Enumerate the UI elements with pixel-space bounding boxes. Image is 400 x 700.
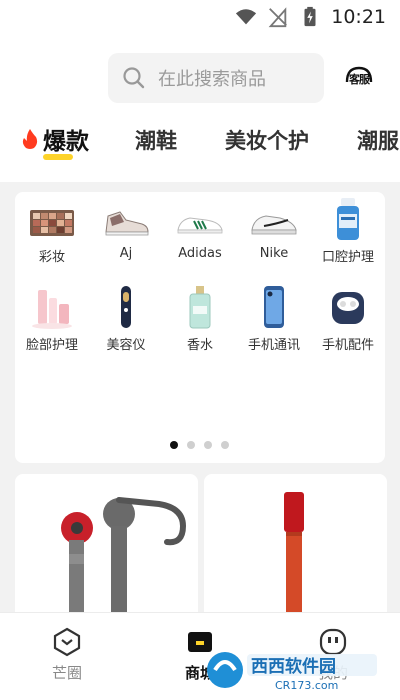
clock-time: 10:21 [331, 6, 386, 28]
tab-fashion[interactable]: 潮服 [357, 125, 399, 155]
category-face-care[interactable]: 脸部护理 [15, 284, 89, 353]
category-label: 美容仪 [106, 338, 146, 353]
status-bar: 10:21 [0, 0, 400, 36]
category-label: 手机通讯 [247, 338, 300, 353]
nav-label: 芒圈 [51, 664, 82, 682]
category-grid-card: 彩妆 Aj Adidas Nike 口腔护理 脸部护理 美容仪 香水 手机通讯 … [15, 192, 385, 463]
tab-label: 爆款 [43, 129, 89, 155]
fire-icon [22, 129, 38, 149]
battery-charging-icon [304, 6, 316, 27]
skincare-set-icon [32, 290, 72, 329]
category-label: 彩妆 [38, 250, 65, 265]
category-perfume[interactable]: 香水 [163, 284, 237, 353]
hair-dryer-image [61, 497, 187, 624]
content-area: 彩妆 Aj Adidas Nike 口腔护理 脸部护理 美容仪 香水 手机通讯 … [0, 182, 400, 624]
smartphone-icon [264, 286, 284, 328]
pager-dot-active[interactable] [170, 441, 178, 449]
tab-beauty[interactable]: 美妆个护 [225, 125, 309, 155]
watermark-brand: 西西软件园 [251, 656, 336, 677]
category-label: 手机配件 [321, 338, 374, 353]
category-adidas[interactable]: Adidas [163, 202, 237, 261]
customer-service-button[interactable]: 客服 [344, 66, 374, 92]
sneaker-nike-icon [251, 215, 297, 235]
perfume-icon [189, 286, 211, 329]
pager-dot[interactable] [187, 441, 195, 449]
community-icon [53, 627, 81, 657]
product-card-hair-dryer[interactable] [15, 474, 198, 624]
category-label: Adidas [178, 246, 222, 261]
category-oral-care[interactable]: 口腔护理 [311, 196, 385, 265]
category-tabs: 爆款 潮鞋 美妆个护 潮服 [0, 118, 400, 168]
no-signal-icon [268, 7, 288, 28]
category-phone-accessories[interactable]: 手机配件 [311, 284, 385, 353]
watermark-url: CR173.com [275, 679, 338, 692]
earbuds-case-icon [332, 292, 364, 324]
lipstick-image [284, 492, 304, 624]
category-makeup[interactable]: 彩妆 [15, 202, 89, 265]
beauty-device-icon [121, 286, 131, 328]
category-label: Nike [259, 246, 289, 261]
category-aj[interactable]: Aj [89, 202, 163, 261]
category-nike[interactable]: Nike [237, 202, 311, 261]
sneaker-aj-icon [105, 211, 149, 236]
category-label: 脸部护理 [25, 338, 78, 353]
site-watermark-logo: 西西软件园 CR173.com [207, 652, 377, 692]
tab-hot[interactable]: 爆款 [22, 122, 89, 156]
sneaker-adidas-icon [177, 217, 223, 234]
service-label: 客服 [349, 73, 370, 86]
search-input[interactable]: 在此搜索商品 [108, 53, 324, 103]
eyeshadow-palette-icon [30, 210, 74, 236]
search-icon [123, 67, 145, 89]
pager-dot[interactable] [204, 441, 212, 449]
active-tab-indicator [43, 154, 73, 160]
wifi-icon [236, 9, 257, 25]
category-beauty-device[interactable]: 美容仪 [89, 284, 163, 353]
carousel-pager [170, 441, 229, 449]
tab-sneakers[interactable]: 潮鞋 [135, 125, 177, 155]
mouthwash-bottle-icon [337, 198, 359, 240]
category-label: Aj [119, 246, 133, 261]
search-placeholder: 在此搜索商品 [158, 69, 266, 90]
product-card-lipstick[interactable] [204, 474, 387, 624]
category-phones[interactable]: 手机通讯 [237, 284, 311, 353]
nav-community[interactable]: 芒圈 [27, 627, 107, 683]
category-label: 香水 [186, 338, 213, 353]
category-label: 口腔护理 [321, 250, 374, 265]
pager-dot[interactable] [221, 441, 229, 449]
